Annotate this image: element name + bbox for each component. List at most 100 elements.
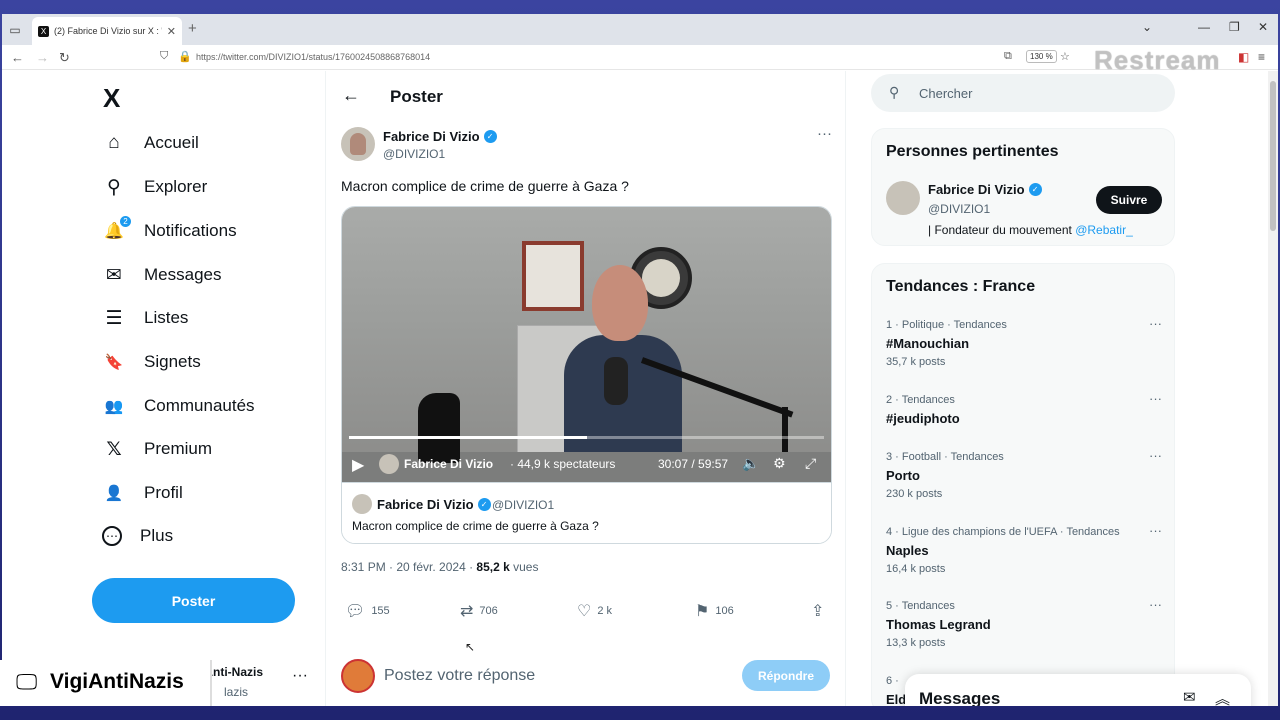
restore-icon[interactable]: ❐: [1229, 20, 1240, 34]
relevant-handle: @DIVIZIO1: [928, 202, 991, 216]
more-icon[interactable]: ···: [1149, 597, 1162, 612]
video-progress-bar[interactable]: [349, 436, 824, 439]
relevant-name[interactable]: Fabrice Di Vizio ✓: [928, 182, 1042, 197]
messages-drawer[interactable]: Messages ✉ ︽: [905, 674, 1251, 706]
tab-list-icon[interactable]: ▭: [2, 17, 28, 43]
avatar[interactable]: [341, 127, 375, 161]
follow-button[interactable]: Suivre: [1096, 186, 1162, 214]
quote-author: Fabrice Di Vizio ✓: [377, 497, 491, 512]
messages-drawer-title: Messages: [919, 689, 1001, 706]
share-action[interactable]: ⇪: [811, 601, 824, 621]
nav-label: Premium: [144, 439, 213, 458]
menu-icon[interactable]: ≡: [1258, 50, 1265, 64]
relevant-bio: | Fondateur du mouvement @Rebatir_: [928, 223, 1133, 237]
repost-action[interactable]: ⇄ 706: [460, 601, 498, 621]
volume-icon[interactable]: 🔈: [742, 455, 759, 472]
nav-label: Plus: [140, 526, 174, 545]
play-icon[interactable]: ▶: [352, 455, 364, 475]
nav-item-premium[interactable]: 𝕏 Premium: [102, 429, 212, 469]
quote-handle: @DIVIZIO1: [492, 498, 555, 512]
tweet-actions: 💬︎ 155 ⇄ 706 ♡ 2 k ⚑ 106 ⇪: [341, 601, 832, 621]
x-logo-icon[interactable]: X: [103, 83, 120, 114]
reload-icon[interactable]: ↻: [59, 50, 70, 66]
x-page: X ⌂ Accueil ⚲ Explorer 🔔 2 Notifications …: [2, 71, 1268, 706]
close-window-icon[interactable]: ✕: [1258, 20, 1268, 34]
envelope-icon: ✉: [106, 264, 122, 286]
tweet-views-label: vues: [509, 560, 539, 574]
tweet-handle[interactable]: @DIVIZIO1: [383, 147, 445, 161]
lock-icon[interactable]: 🔒: [178, 50, 192, 63]
trend-item[interactable]: 4 · Ligue des champions de l'UEFA · Tend…: [886, 523, 1162, 576]
new-tab-icon[interactable]: +: [188, 20, 197, 37]
trend-item[interactable]: 2 · Tendances #jeudiphoto ···: [886, 391, 1162, 444]
nav-item-messages[interactable]: ✉ Messages: [102, 255, 221, 295]
trend-item[interactable]: 1 · Politique · Tendances #Manouchian 35…: [886, 316, 1162, 369]
nav-label: Explorer: [144, 177, 208, 196]
tweet-views-count: 85,2 k: [476, 560, 510, 574]
bookmark-icon: ⚑: [695, 603, 710, 620]
more-icon[interactable]: ···: [1149, 523, 1162, 538]
nav-label: Messages: [144, 265, 222, 284]
tweet-date[interactable]: 8:31 PM · 20 févr. 2024 ·: [341, 560, 476, 574]
chevron-down-icon[interactable]: ⌄: [1142, 20, 1152, 34]
nav-item-signets[interactable]: 🔖 Signets: [102, 342, 201, 382]
nav-item-explorer[interactable]: ⚲ Explorer: [102, 167, 207, 207]
nav-item-profil[interactable]: 👤 Profil: [102, 473, 183, 513]
new-message-icon[interactable]: ✉: [1183, 688, 1196, 706]
fullscreen-icon[interactable]: ⤢: [805, 455, 816, 472]
more-icon[interactable]: ···: [1149, 391, 1162, 406]
address-bar: ← → ↻ ⛉ 🔒 https://twitter.com/DIVIZIO1/s…: [2, 45, 1278, 75]
avatar: [341, 659, 375, 693]
browser-window: ▭ X (2) Fabrice Di Vizio sur X : "Mac ✕ …: [2, 14, 1278, 706]
video-time: 30:07 / 59:57: [658, 457, 729, 471]
avatar[interactable]: [886, 181, 920, 215]
trend-item[interactable]: 3 · Football · Tendances Porto 230 k pos…: [886, 448, 1162, 501]
nav-item-plus[interactable]: ⋯ Plus: [102, 516, 173, 556]
url-field[interactable]: https://twitter.com/DIVIZIO1/status/1760…: [196, 52, 430, 62]
more-icon[interactable]: ···: [292, 667, 308, 685]
nav-item-notifications[interactable]: 🔔 2 Notifications: [102, 211, 237, 251]
close-tab-icon[interactable]: ✕: [167, 25, 176, 38]
bio-link[interactable]: @Rebatir_: [1075, 223, 1133, 237]
more-circle-icon: ⋯: [102, 526, 122, 546]
relevant-people-card: Personnes pertinentes Fabrice Di Vizio ✓…: [871, 128, 1175, 246]
video-channel: Fabrice Di Vizio: [404, 457, 494, 471]
forward-nav-icon[interactable]: →: [36, 50, 49, 65]
more-icon[interactable]: ···: [817, 125, 832, 142]
reply-action[interactable]: 💬︎ 155: [345, 601, 390, 621]
settings-gear-icon[interactable]: ⚙: [773, 455, 786, 472]
reply-button[interactable]: Répondre: [742, 660, 830, 691]
bookmark-action[interactable]: ⚑ 106: [695, 601, 734, 621]
browser-tab[interactable]: X (2) Fabrice Di Vizio sur X : "Mac ✕: [32, 17, 182, 45]
nav-item-accueil[interactable]: ⌂ Accueil: [102, 123, 199, 163]
extension-icon[interactable]: ◧: [1238, 50, 1249, 64]
back-arrow-icon[interactable]: ←: [342, 85, 360, 106]
account-handle: lazis: [224, 685, 249, 699]
scrollbar[interactable]: [1268, 71, 1278, 706]
nav-item-listes[interactable]: ☰ Listes: [102, 298, 188, 338]
like-action[interactable]: ♡ 2 k: [577, 601, 612, 621]
quoted-tweet[interactable]: Fabrice Di Vizio ✓ @DIVIZIO1 Macron comp…: [342, 482, 831, 543]
search-input[interactable]: ⚲ Chercher: [871, 74, 1175, 112]
expand-up-icon[interactable]: ︽: [1215, 688, 1230, 706]
trend-item[interactable]: 5 · Tendances Thomas Legrand 13,3 k post…: [886, 597, 1162, 650]
reply-input[interactable]: Postez votre réponse: [384, 667, 535, 685]
more-icon[interactable]: ···: [1149, 316, 1162, 331]
scrollbar-thumb[interactable]: [1270, 81, 1276, 231]
zoom-indicator[interactable]: 130 %: [1026, 50, 1057, 63]
post-button[interactable]: Poster: [92, 578, 295, 623]
main-column: ← Poster Fabrice Di Vizio ✓ @DIVIZIO1 ··…: [325, 71, 846, 706]
minimize-icon[interactable]: —: [1198, 20, 1210, 34]
picture-in-picture-icon[interactable]: ⧉: [1004, 50, 1012, 63]
nav-item-communautes[interactable]: 👥 Communautés: [102, 386, 255, 426]
star-icon[interactable]: ☆: [1060, 50, 1070, 63]
stream-overlay-logo: 🖵 VigiAntiNazis: [0, 660, 212, 706]
more-icon[interactable]: ···: [1149, 448, 1162, 463]
shield-icon[interactable]: ⛉: [160, 50, 168, 63]
video-frame-microphone: [604, 357, 628, 405]
share-icon: ⇪: [811, 603, 825, 620]
tweet-author[interactable]: Fabrice Di Vizio ✓: [383, 129, 497, 144]
back-nav-icon[interactable]: ←: [11, 50, 24, 65]
repost-icon: ⇄: [460, 603, 474, 620]
video-player[interactable]: ▶ Fabrice Di Vizio · 44,9 k spectateurs …: [342, 207, 831, 482]
